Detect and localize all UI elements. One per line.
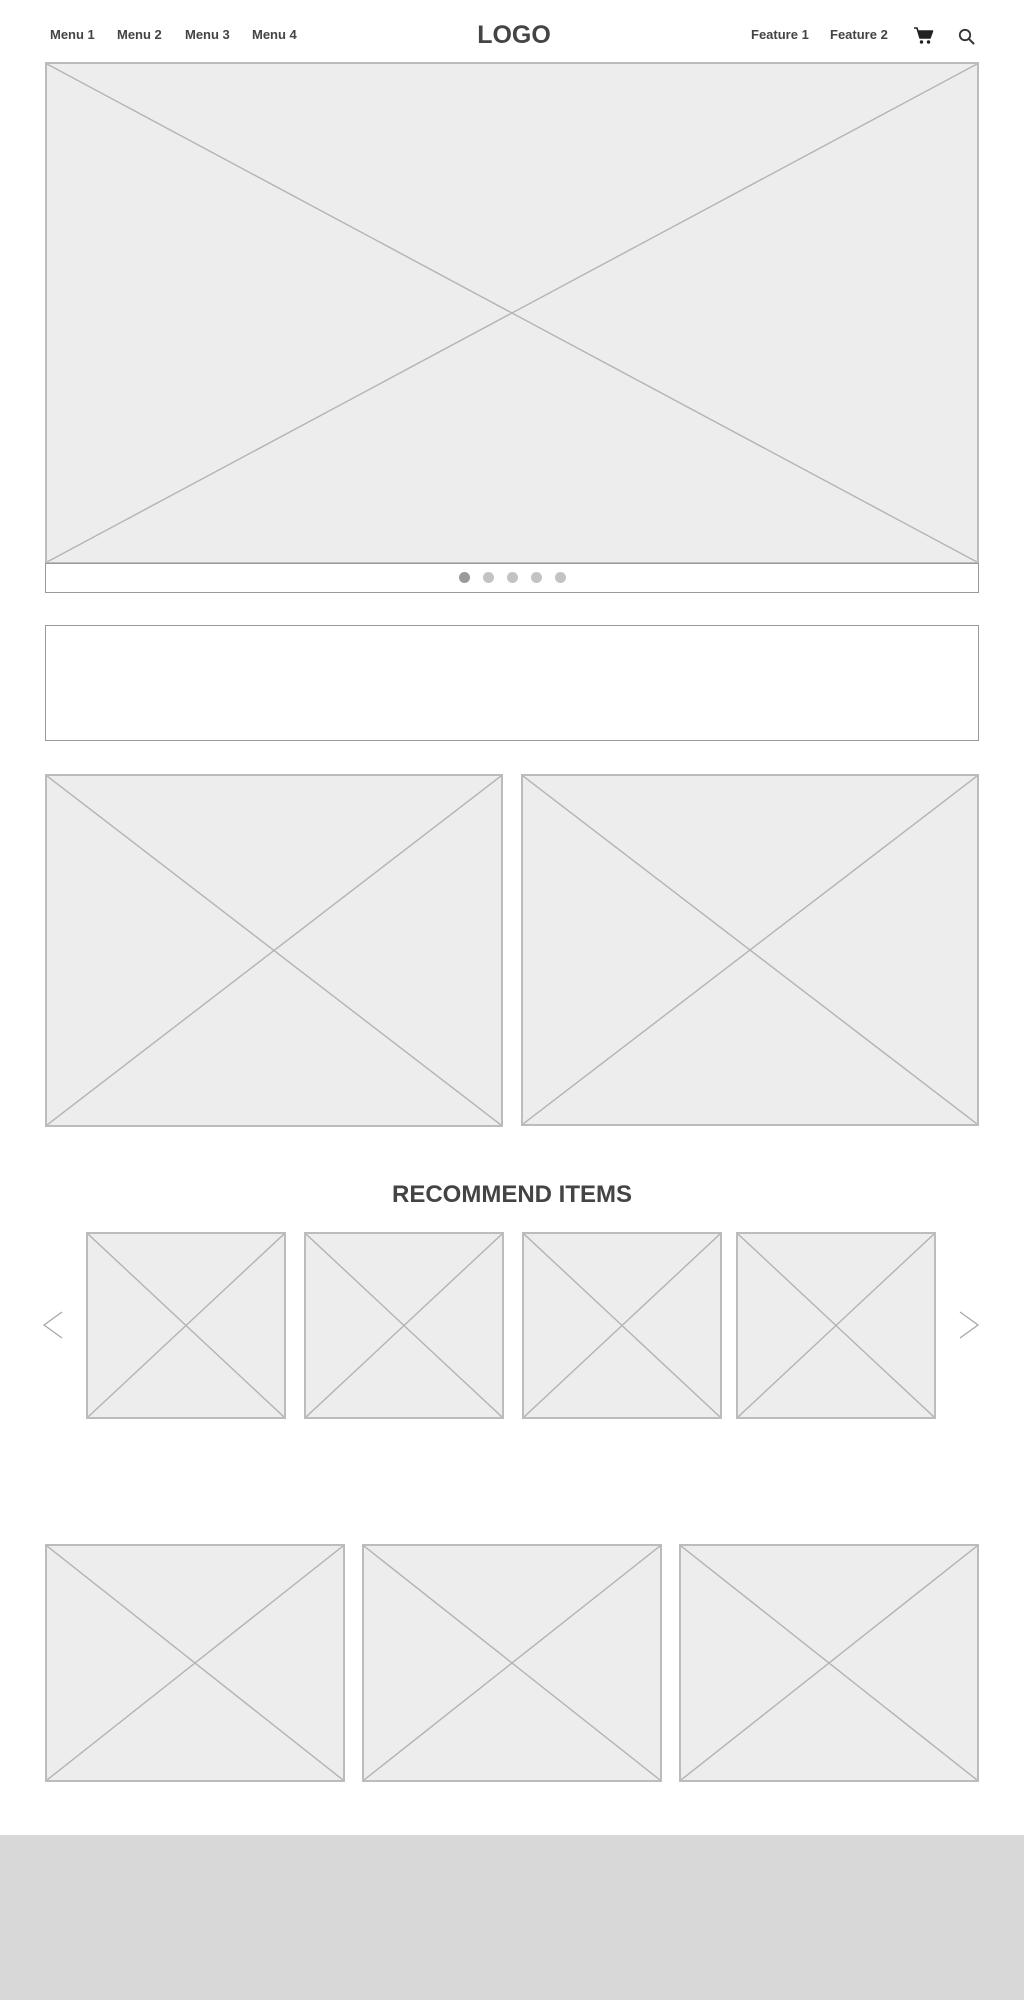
banner-box: [45, 625, 979, 741]
promo-image-1[interactable]: [45, 774, 503, 1127]
feature-item-1[interactable]: Feature 1: [751, 27, 809, 43]
promo-image-3[interactable]: [45, 1544, 345, 1782]
carousel-dot-4[interactable]: [530, 572, 542, 583]
hero-image-placeholder[interactable]: [45, 62, 979, 564]
cart-icon[interactable]: [913, 26, 934, 45]
recommend-item-4[interactable]: [736, 1232, 936, 1419]
carousel-dot-5[interactable]: [554, 572, 566, 583]
carousel-dot-3[interactable]: [506, 572, 518, 583]
recommend-item-2[interactable]: [304, 1232, 504, 1419]
carousel-dot-2[interactable]: [482, 572, 494, 583]
search-icon[interactable]: [958, 28, 975, 45]
carousel-dot-1[interactable]: [458, 572, 470, 583]
recommend-item-3[interactable]: [522, 1232, 722, 1419]
promo-image-2[interactable]: [521, 774, 979, 1126]
promo-image-5[interactable]: [679, 1544, 979, 1782]
recommend-item-1[interactable]: [86, 1232, 286, 1419]
recommend-title: RECOMMEND ITEMS: [392, 1181, 632, 1208]
promo-image-4[interactable]: [362, 1544, 662, 1782]
carousel-dots: [45, 572, 979, 584]
chevron-right-icon[interactable]: [958, 1310, 982, 1340]
feature-item-2[interactable]: Feature 2: [830, 27, 888, 43]
chevron-left-icon[interactable]: [40, 1310, 64, 1340]
site-footer: [0, 1835, 1024, 2000]
